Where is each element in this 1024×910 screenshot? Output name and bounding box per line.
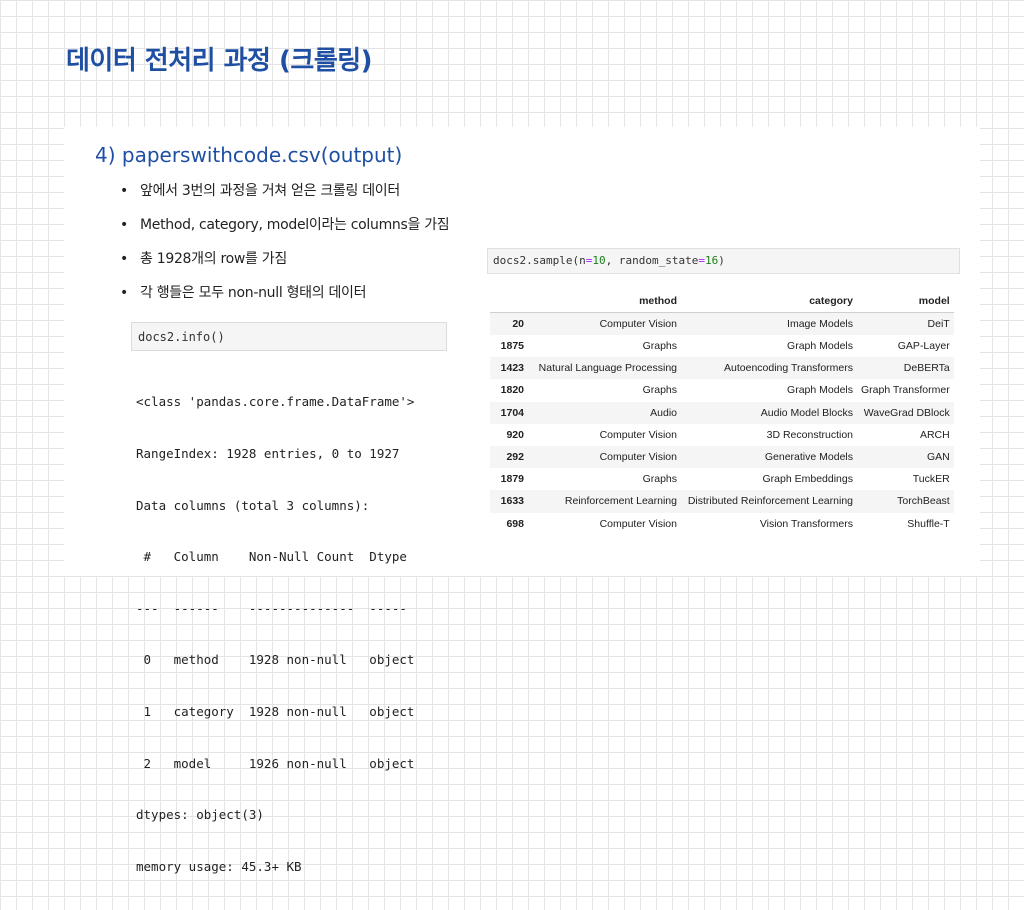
table-row: 1633 Reinforcement Learning Distributed … — [490, 490, 954, 513]
table-row: 1879 Graphs Graph Embeddings TuckER — [490, 468, 954, 490]
cell-category: Image Models — [787, 318, 853, 330]
cell-method: Natural Language Processing — [538, 362, 677, 375]
info-output-line: --- ------ -------------- ----- — [136, 600, 415, 616]
cell-method: Graphs — [642, 384, 677, 397]
cell-category: Generative Models — [764, 451, 853, 464]
bullet-item: Method, category, model이라는 columns을 가짐 — [120, 213, 450, 247]
cell-category: Autoencoding Transformers — [724, 362, 853, 375]
info-output: <class 'pandas.core.frame.DataFrame'> Ra… — [136, 359, 414, 910]
cell-method: Graphs — [642, 473, 677, 486]
code-token: ) — [718, 254, 725, 267]
code-token: random_state — [618, 254, 699, 267]
row-index: 920 — [506, 428, 524, 441]
table-row: 1704 Audio Audio Model Blocks WaveGrad D… — [490, 401, 954, 424]
cell-method: Graphs — [642, 340, 677, 353]
cell-model: WaveGrad DBlock — [863, 406, 950, 419]
info-output-line: <class 'pandas.core.frame.DataFrame'> — [136, 394, 415, 410]
row-index: 1633 — [500, 495, 524, 508]
section-title: 4) paperswithcode.csv(output) — [95, 143, 403, 167]
cell-model: Shuffle-T — [907, 517, 950, 530]
bullet-item: 각 행들은 모두 non-null 형태의 데이터 — [120, 281, 449, 315]
cell-model: GAP-Layer — [897, 340, 950, 353]
cell-category: Graph Models — [787, 340, 853, 353]
cell-method: Computer Vision — [599, 318, 677, 330]
info-output-line: 0 method 1928 non-null object — [136, 652, 415, 668]
table-row: 20 Computer Vision Image Models DeiT — [490, 312, 954, 335]
cell-category: Graph Models — [787, 384, 853, 397]
code-number: 16 — [704, 254, 719, 267]
cell-method: Reinforcement Learning — [564, 495, 677, 508]
cell-model: TuckER — [912, 473, 950, 486]
table-row: 1875 Graphs Graph Models GAP-Layer — [490, 335, 954, 357]
info-output-line: Data columns (total 3 columns): — [136, 497, 370, 513]
table-row: 292 Computer Vision Generative Models GA… — [490, 445, 954, 469]
table-row: 1820 Graphs Graph Models Graph Transform… — [490, 379, 954, 401]
cell-method: Computer Vision — [599, 517, 677, 530]
dataframe-table: method category model 20 Computer Vision… — [490, 290, 954, 535]
cell-category: Audio Model Blocks — [760, 406, 853, 419]
bullet-item: 앞에서 3번의 과정을 거쳐 얻은 크롤링 데이터 — [120, 179, 449, 213]
cell-model: ARCH — [919, 428, 950, 441]
row-index: 1875 — [500, 340, 524, 353]
table-row: 1423 Natural Language Processing Autoenc… — [490, 357, 954, 380]
code-token: , — [605, 254, 619, 267]
row-index: 20 — [512, 318, 524, 330]
info-output-line: dtypes: object(3) — [136, 807, 264, 823]
column-header-method: method — [528, 290, 681, 313]
code-number: 10 — [592, 254, 606, 267]
row-index: 1704 — [500, 406, 524, 419]
info-code-cell[interactable]: docs2.info() — [131, 322, 447, 351]
cell-method: Audio — [650, 406, 677, 419]
cell-method: Computer Vision — [599, 428, 677, 441]
row-index: 698 — [506, 517, 524, 530]
cell-model: GAN — [926, 451, 950, 464]
sample-code-cell[interactable]: docs2.sample(n=10, random_state=16) — [487, 248, 960, 274]
row-index: 292 — [506, 451, 524, 464]
column-header-category: category — [681, 290, 857, 313]
cell-category: Vision Transformers — [759, 517, 853, 530]
slide-title: 데이터 전처리 과정 (크롤링) — [66, 46, 373, 76]
row-index: 1820 — [500, 384, 524, 397]
cell-model: Graph Transformer — [861, 384, 950, 397]
cell-model: DeBERTa — [903, 362, 950, 375]
code-token: docs2.sample( — [493, 254, 580, 267]
column-header-index — [490, 290, 528, 313]
cell-model: DeiT — [927, 318, 950, 330]
info-output-line: 2 model 1926 non-null object — [136, 755, 415, 771]
bullet-list: 앞에서 3번의 과정을 거쳐 얻은 크롤링 데이터 Method, catego… — [120, 179, 450, 315]
table-row: 920 Computer Vision 3D Reconstruction AR… — [490, 424, 954, 446]
row-index: 1423 — [500, 362, 524, 375]
cell-category: Graph Embeddings — [762, 473, 853, 486]
info-output-line: 1 category 1928 non-null object — [136, 704, 415, 720]
cell-method: Computer Vision — [599, 451, 677, 464]
info-output-line: # Column Non-Null Count Dtype — [136, 549, 415, 565]
code-token: n — [579, 254, 586, 267]
column-header-model: model — [857, 290, 954, 313]
info-output-line: RangeIndex: 1928 entries, 0 to 1927 — [136, 446, 400, 462]
cell-model: TorchBeast — [897, 495, 950, 508]
info-output-line: memory usage: 45.3+ KB — [136, 858, 302, 874]
content-panel: 4) paperswithcode.csv(output) 앞에서 3번의 과정… — [64, 127, 980, 874]
bullet-item: 총 1928개의 row를 가짐 — [120, 247, 449, 281]
cell-category: Distributed Reinforcement Learning — [687, 495, 853, 508]
cell-category: 3D Reconstruction — [766, 428, 853, 441]
table-row: 698 Computer Vision Vision Transformers … — [490, 513, 954, 535]
row-index: 1879 — [500, 473, 524, 486]
table-header-row: method category model — [490, 290, 954, 313]
code-operator: = — [698, 254, 705, 267]
